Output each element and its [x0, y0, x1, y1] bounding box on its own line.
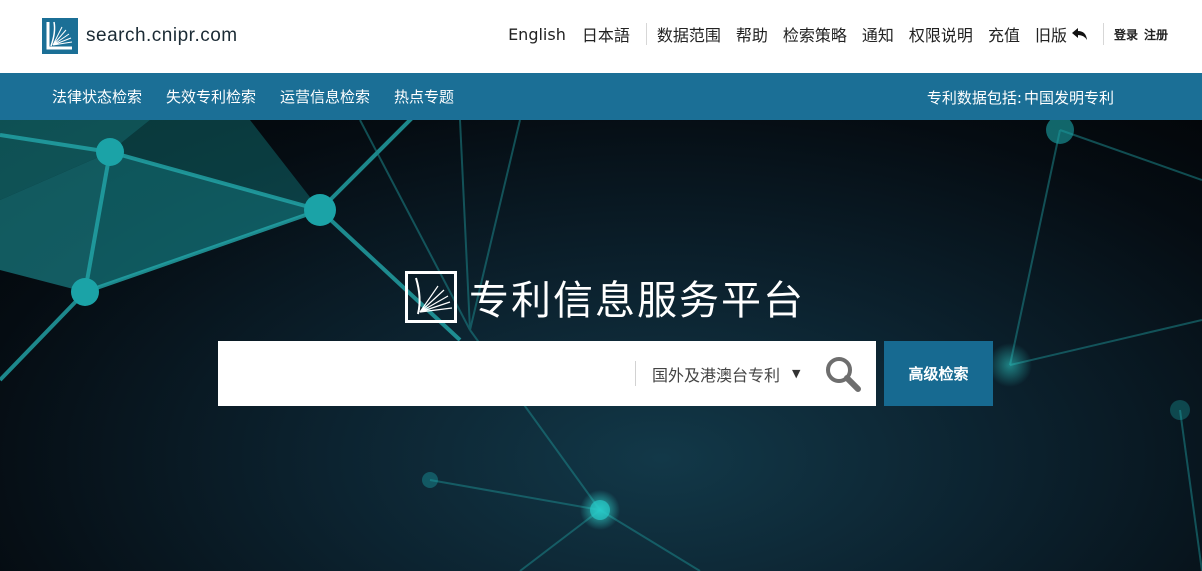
hero-banner: 专利信息服务平台 国外及港澳台专利 ▼ 高级检索: [0, 120, 1202, 571]
caret-down-icon: ▼: [792, 367, 801, 380]
platform-title: 专利信息服务平台: [405, 268, 805, 326]
old-version-link[interactable]: 旧版: [1035, 22, 1089, 46]
title-logo-icon: [405, 271, 457, 323]
divider: [645, 23, 647, 45]
login-link[interactable]: 登录: [1114, 26, 1138, 43]
old-version-label: 旧版: [1034, 26, 1067, 45]
nav-operation-info-search[interactable]: 运营信息检索: [280, 86, 370, 107]
top-nav: English 日本語 数据范围 帮助 检索策略 通知 权限说明 充值 旧版 登…: [508, 22, 1202, 46]
nav-hot-topics[interactable]: 热点专题: [394, 86, 454, 107]
nav-legal-status-search[interactable]: 法律状态检索: [52, 86, 142, 107]
search-box: 国外及港澳台专利 ▼: [218, 341, 876, 406]
lang-english[interactable]: English: [508, 25, 566, 44]
site-logo[interactable]: search.cnipr.com: [42, 18, 238, 54]
link-help[interactable]: 帮助: [736, 22, 768, 46]
divider: [1102, 23, 1104, 45]
search-scope-value: 国外及港澳台专利: [652, 365, 781, 385]
platform-title-text: 专利信息服务平台: [469, 278, 805, 324]
undo-arrow-icon: [1071, 28, 1087, 40]
data-coverage-value: 中国发明专利: [1023, 89, 1114, 107]
lang-japanese[interactable]: 日本語: [582, 22, 630, 46]
register-link[interactable]: 注册: [1144, 26, 1168, 43]
link-notice[interactable]: 通知: [862, 22, 894, 46]
search-input[interactable]: [218, 341, 636, 406]
magnifier-icon[interactable]: [824, 355, 862, 393]
search-scope-select[interactable]: 国外及港澳台专利 ▼: [635, 361, 800, 386]
nav-items: 法律状态检索 失效专利检索 运营信息检索 热点专题: [52, 86, 478, 107]
logo-text: search.cnipr.com: [86, 25, 238, 46]
nav-invalid-patent-search[interactable]: 失效专利检索: [166, 86, 256, 107]
logo-mark-icon: [42, 18, 78, 54]
main-nav-bar: 法律状态检索 失效专利检索 运营信息检索 热点专题 专利数据包括: 中国发明专利: [0, 73, 1202, 120]
data-coverage-info: 专利数据包括: 中国发明专利: [927, 87, 1114, 108]
link-recharge[interactable]: 充值: [988, 22, 1020, 46]
link-search-strategy[interactable]: 检索策略: [783, 22, 847, 46]
top-header: search.cnipr.com English 日本語 数据范围 帮助 检索策…: [0, 0, 1202, 73]
link-permissions[interactable]: 权限说明: [909, 22, 973, 46]
link-data-scope[interactable]: 数据范围: [657, 22, 721, 46]
data-coverage-label: 专利数据包括:: [926, 89, 1022, 107]
advanced-search-button[interactable]: 高级检索: [884, 341, 993, 406]
